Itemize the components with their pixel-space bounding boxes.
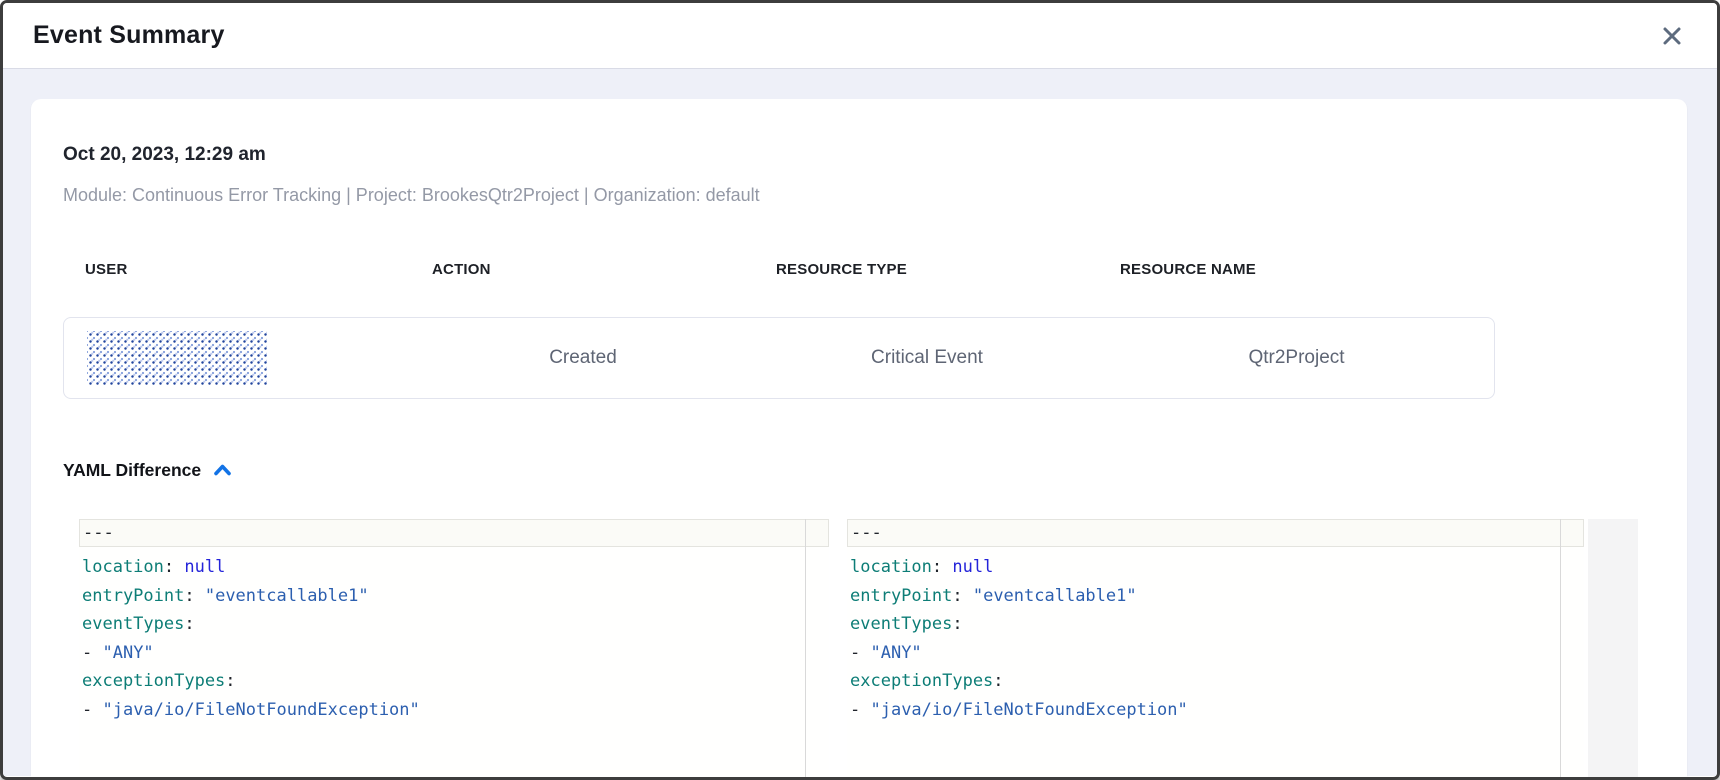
code-token-punct: - [82,643,102,663]
yaml-first-line: --- [79,519,829,547]
code-line: - "java/io/FileNotFoundException" [82,696,829,725]
code-token-str: "ANY" [870,643,921,663]
code-token-null: null [184,557,225,577]
event-date: Oct 20, 2023, 12:29 am [63,143,1655,167]
scrollbar-gutter-line [805,519,806,780]
code-token-key: exceptionTypes [82,671,225,691]
chevron-up-icon [213,463,232,477]
scrollbar-track[interactable] [1588,519,1638,780]
yaml-difference-header: YAML Difference [63,459,1655,481]
collapse-toggle-button[interactable] [211,461,234,479]
yaml-diff-container: ---location: nullentryPoint: "eventcalla… [79,519,1655,780]
modal-body: Oct 20, 2023, 12:29 am Module: Continuou… [3,69,1717,776]
code-token-punct: --- [851,523,882,543]
code-line: - "ANY" [82,639,829,668]
code-token-punct: - [82,700,102,720]
code-token-punct: : [184,614,194,634]
event-card: Oct 20, 2023, 12:29 am Module: Continuou… [31,99,1687,780]
code-line: exceptionTypes: [82,667,829,696]
code-token-str: "java/io/FileNotFoundException" [102,700,419,720]
code-line: location: null [850,553,1584,582]
table-header-row: USERACTIONRESOURCE TYPERESOURCE NAME [63,261,1495,279]
user-cell [64,331,411,385]
event-summary-modal: Event Summary Oct 20, 2023, 12:29 am Mod… [0,0,1720,780]
column-header-user: USER [63,261,410,279]
code-token-punct: : [993,671,1003,691]
yaml-panel-after[interactable]: ---location: nullentryPoint: "eventcalla… [847,519,1584,780]
modal-header: Event Summary [3,3,1717,69]
code-line: location: null [82,553,829,582]
code-token-null: null [952,557,993,577]
action-cell: Created [411,347,755,369]
code-token-str: "eventcallable1" [205,586,369,606]
yaml-first-line: --- [847,519,1584,547]
table-row: Created Critical Event Qtr2Project [63,317,1495,399]
resource-name-cell: Qtr2Project [1099,347,1494,369]
code-token-punct: : [225,671,235,691]
code-token-str: "java/io/FileNotFoundException" [870,700,1187,720]
code-line: - "java/io/FileNotFoundException" [850,696,1584,725]
code-token-key: entryPoint [850,586,952,606]
code-token-key: eventTypes [850,614,952,634]
yaml-code-lines: location: nullentryPoint: "eventcallable… [79,547,829,725]
yaml-difference-label: YAML Difference [63,459,201,481]
code-token-punct: : [952,586,972,606]
yaml-code-lines: location: nullentryPoint: "eventcallable… [847,547,1584,725]
code-token-key: location [850,557,932,577]
code-token-str: "eventcallable1" [973,586,1137,606]
code-token-punct: : [184,586,204,606]
code-token-punct: : [164,557,184,577]
close-icon [1661,25,1683,47]
resource-type-cell: Critical Event [755,347,1099,369]
code-token-punct: - [850,643,870,663]
code-token-punct: - [850,700,870,720]
code-token-key: eventTypes [82,614,184,634]
column-header-resource-type: RESOURCE TYPE [754,261,1098,279]
code-token-punct: : [932,557,952,577]
column-header-action: ACTION [410,261,754,279]
page-title: Event Summary [33,21,225,50]
column-header-resource-name: RESOURCE NAME [1098,261,1495,279]
audit-table: USERACTIONRESOURCE TYPERESOURCE NAME Cre… [63,261,1495,399]
yaml-panel-before[interactable]: ---location: nullentryPoint: "eventcalla… [79,519,829,780]
code-token-str: "ANY" [102,643,153,663]
code-token-key: entryPoint [82,586,184,606]
close-button[interactable] [1657,21,1687,51]
code-line: eventTypes: [82,610,829,639]
scrollbar-gutter-line [1560,519,1561,780]
code-token-key: location [82,557,164,577]
code-line: - "ANY" [850,639,1584,668]
code-line: entryPoint: "eventcallable1" [850,582,1584,611]
code-line: exceptionTypes: [850,667,1584,696]
user-redacted-pattern [87,331,267,385]
code-token-punct: --- [83,523,114,543]
code-line: entryPoint: "eventcallable1" [82,582,829,611]
code-token-punct: : [952,614,962,634]
event-meta: Module: Continuous Error Tracking | Proj… [63,183,1655,207]
code-token-key: exceptionTypes [850,671,993,691]
code-line: eventTypes: [850,610,1584,639]
